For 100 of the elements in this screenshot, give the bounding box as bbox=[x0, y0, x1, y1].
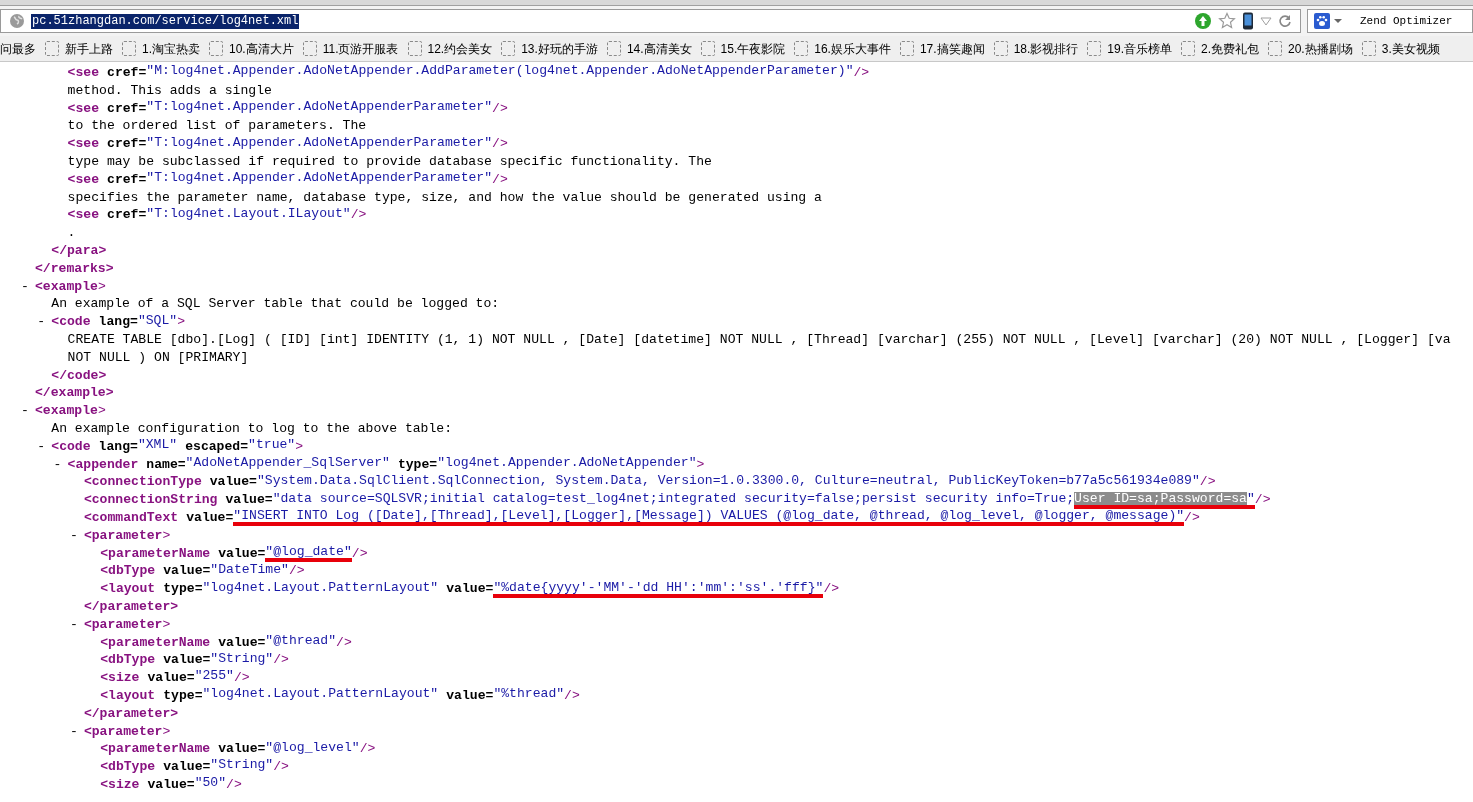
tag-name: <layout bbox=[100, 686, 156, 705]
collapse-toggle[interactable]: - bbox=[37, 314, 46, 330]
attribute-name: cref= bbox=[107, 99, 147, 118]
bookmark-link[interactable]: 问最多 bbox=[0, 39, 36, 58]
attribute-value: "T:log4net.Appender.AdoNetAppenderParameter" bbox=[146, 135, 493, 152]
go-icon[interactable] bbox=[1194, 12, 1212, 30]
attribute-value: "String" bbox=[210, 651, 274, 668]
attribute-name: type= bbox=[163, 580, 203, 599]
tag-end: /> bbox=[1254, 491, 1271, 510]
tag-name: <size bbox=[100, 775, 140, 794]
collapse-toggle[interactable]: - bbox=[53, 456, 62, 472]
tag-name: <parameter bbox=[83, 615, 163, 634]
tag-end: /> bbox=[336, 633, 352, 652]
attribute-name: value= bbox=[446, 580, 494, 599]
dropdown-icon[interactable] bbox=[1260, 16, 1272, 26]
attribute-value: " bbox=[1246, 491, 1255, 509]
search-field[interactable]: Zend Optimizer bbox=[1360, 12, 1472, 30]
attribute-name: value= bbox=[163, 651, 211, 670]
collapse-toggle[interactable]: - bbox=[21, 278, 29, 294]
tag-end: /> bbox=[233, 669, 250, 688]
tag-end: /> bbox=[351, 544, 368, 563]
xml-text: to the ordered list of parameters. The bbox=[67, 117, 367, 136]
bookmark-link[interactable]: 1.淘宝热卖 bbox=[142, 39, 200, 58]
address-field[interactable]: pc.51zhangdan.com/service/log4net.xml bbox=[0, 9, 1301, 33]
bookmark-icon bbox=[1268, 41, 1282, 56]
tag-name: <code bbox=[51, 313, 91, 332]
bookmark-icon bbox=[209, 41, 223, 56]
bookmark-link[interactable]: 3.美女视频 bbox=[1381, 39, 1440, 58]
attribute-value: "255" bbox=[194, 669, 234, 686]
tag-name: <dbType bbox=[100, 562, 156, 581]
collapse-toggle[interactable]: - bbox=[37, 438, 46, 454]
collapse-toggle[interactable]: - bbox=[69, 527, 78, 543]
xml-text: method. This adds a single bbox=[67, 81, 272, 100]
tag-end: /> bbox=[350, 206, 367, 225]
tag-name: <dbType bbox=[100, 651, 156, 670]
tag-end: > bbox=[162, 615, 171, 634]
attribute-value: "INSERT INTO Log ([Date],[Thread],[Level],[Logger],[Message]) VALUES (@log_date, @thread, @log_level, @logger, @message)" bbox=[233, 509, 1185, 527]
attribute-value: "XML" bbox=[137, 438, 178, 455]
bookmark-link[interactable]: 14.高清美女 bbox=[626, 39, 692, 58]
tag-name: <see bbox=[67, 170, 100, 189]
attribute-name: value= bbox=[218, 633, 266, 652]
tag-name: <see bbox=[67, 206, 100, 225]
attribute-value: "String" bbox=[210, 758, 274, 775]
tag-name: <size bbox=[100, 669, 140, 688]
xml-text: . bbox=[67, 224, 76, 243]
attribute-name: cref= bbox=[107, 170, 147, 189]
collapse-toggle[interactable]: - bbox=[69, 616, 78, 632]
bookmark-link[interactable]: 11.页游开服表 bbox=[322, 39, 399, 58]
bookmark-link[interactable]: 2.免费礼包 bbox=[1201, 39, 1259, 58]
tag-name: <example bbox=[35, 402, 98, 421]
bookmark-link[interactable]: 13.好玩的手游 bbox=[521, 39, 598, 58]
xml-text: specifies the parameter name, database type, size, and how the value should be generated using a bbox=[67, 188, 822, 207]
closing-tag: </parameter> bbox=[83, 597, 179, 617]
phone-icon[interactable] bbox=[1242, 12, 1254, 30]
attribute-value: "50" bbox=[194, 776, 227, 793]
collapse-toggle[interactable]: - bbox=[69, 723, 78, 739]
tag-name: <connectionString bbox=[83, 491, 218, 510]
tag-end: > bbox=[97, 277, 106, 296]
tag-end: > bbox=[97, 402, 106, 421]
attribute-name: cref= bbox=[107, 135, 147, 154]
attribute-name: value= bbox=[147, 669, 195, 688]
bookmark-link[interactable]: 20.热播剧场 bbox=[1288, 39, 1353, 58]
tag-end: > bbox=[162, 526, 171, 545]
tag-name: <see bbox=[67, 99, 100, 118]
bookmark-link[interactable]: 新手上路 bbox=[65, 39, 113, 58]
tag-end: /> bbox=[288, 562, 305, 581]
closing-tag: </example> bbox=[35, 383, 114, 404]
bookmark-link[interactable]: 17.搞笑趣闻 bbox=[919, 39, 985, 58]
attribute-value: "T:log4net.Appender.AdoNetAppenderParameter" bbox=[146, 171, 493, 188]
bookmark-link[interactable]: 10.高清大片 bbox=[229, 39, 294, 58]
bookmark-link[interactable]: 16.娱乐大事件 bbox=[814, 39, 891, 58]
closing-tag: </code> bbox=[51, 365, 107, 386]
bookmark-link[interactable]: 12.约会美女 bbox=[427, 39, 493, 58]
closing-tag: </remarks> bbox=[35, 258, 114, 279]
tag-name: <parameterName bbox=[100, 633, 211, 652]
attribute-name: cref= bbox=[107, 206, 147, 225]
tag-end: /> bbox=[359, 740, 376, 759]
tag-name: <connectionType bbox=[83, 473, 202, 492]
attribute-name: value= bbox=[209, 473, 257, 492]
attribute-name: value= bbox=[147, 775, 195, 794]
bookmark-icon bbox=[407, 41, 422, 56]
tag-end: > bbox=[162, 722, 171, 741]
paw-icon[interactable] bbox=[1314, 13, 1330, 29]
attribute-value: "true" bbox=[248, 438, 296, 455]
bookmark-icon bbox=[993, 41, 1008, 56]
caret-icon[interactable] bbox=[1334, 18, 1342, 24]
attribute-value: "M:log4net.Appender.AdoNetAppender.AddParameter(log4net.Appender.AdoNetAppenderParameter)" bbox=[146, 64, 854, 81]
tag-end: /> bbox=[564, 686, 580, 705]
tag-end: /> bbox=[273, 758, 289, 777]
bookmark-link[interactable]: 15.午夜影院 bbox=[720, 39, 786, 58]
tag-name: <see bbox=[67, 64, 100, 83]
attribute-name: lang= bbox=[98, 437, 138, 456]
bookmark-link[interactable]: 18.影视排行 bbox=[1013, 39, 1079, 58]
tag-end: /> bbox=[226, 775, 242, 794]
star-icon[interactable] bbox=[1218, 12, 1236, 30]
bookmark-link[interactable]: 19.音乐榜单 bbox=[1107, 39, 1172, 58]
search-box[interactable]: Zend Optimizer bbox=[1307, 9, 1473, 33]
reload-icon[interactable] bbox=[1278, 14, 1292, 28]
collapse-toggle[interactable]: - bbox=[21, 403, 29, 419]
attribute-name: type= bbox=[163, 686, 203, 705]
